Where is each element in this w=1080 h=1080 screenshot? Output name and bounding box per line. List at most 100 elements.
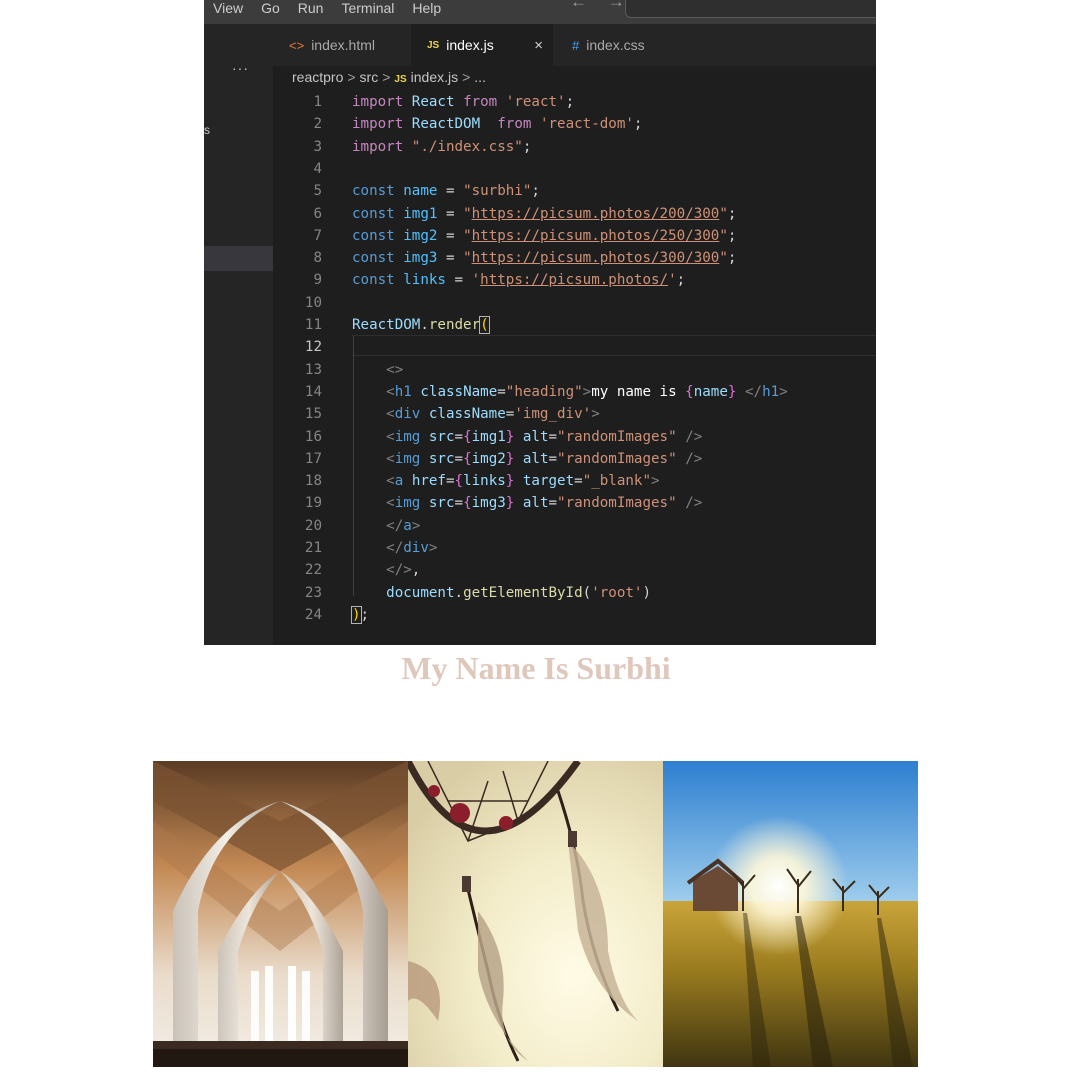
code-line[interactable]: 9 const links = 'https://picsum.photos/'; <box>273 269 685 291</box>
line-number: 23 <box>304 584 322 601</box>
code-token: img3 <box>403 250 438 267</box>
command-center-search[interactable] <box>625 0 876 18</box>
code-token: { <box>463 495 472 512</box>
code-token: "randomImages" <box>557 495 677 512</box>
code-line[interactable]: 20 </a> <box>273 515 420 537</box>
tab-index-html[interactable]: <> index.html <box>273 24 411 66</box>
menu-terminal[interactable]: Terminal <box>332 0 403 20</box>
tabs-overflow-icon[interactable]: ··· <box>232 60 249 76</box>
code-token: { <box>454 473 464 490</box>
menu-view[interactable]: View <box>204 0 252 20</box>
code-token: = <box>548 495 558 512</box>
back-forward-arrows-icon[interactable]: ← → <box>570 0 633 12</box>
line-number: 8 <box>313 250 322 267</box>
code-token: /> <box>685 495 703 512</box>
close-tab-icon[interactable]: × <box>534 37 543 54</box>
code-token: 'react' <box>505 94 566 110</box>
tab-index-css[interactable]: # index.css <box>556 24 694 66</box>
code-token: https://picsum.photos/200/300 <box>471 205 720 222</box>
code-line[interactable]: 12 <box>273 336 352 358</box>
code-line[interactable]: 18 <a href={links} target="_blank"> <box>273 470 660 492</box>
code-line[interactable]: 16 <img src={img1} alt="randomImages" /> <box>273 426 702 448</box>
line-number: 5 <box>313 183 322 200</box>
code-line[interactable]: 13 <> <box>273 359 403 381</box>
code-token: from <box>497 116 532 133</box>
code-token: div <box>403 540 429 556</box>
code-line[interactable]: 2 import ReactDOM from 'react-dom'; <box>273 113 642 135</box>
code-line[interactable]: 6 const img1 = "https://picsum.photos/200… <box>273 203 736 225</box>
code-line[interactable]: 14 <h1 className="heading">my name is {n… <box>273 381 788 403</box>
menu-go[interactable]: Go <box>252 0 289 20</box>
code-token: ReactDOM <box>352 317 421 333</box>
code-token: > <box>591 406 600 423</box>
line-number: 24 <box>304 606 322 623</box>
code-line[interactable]: 7 const img2 = "https://picsum.photos/250… <box>273 225 736 247</box>
code-token: src <box>428 450 455 467</box>
js-file-icon: JS <box>427 39 440 51</box>
code-token: = <box>437 227 464 244</box>
random-image-meadow[interactable] <box>663 761 918 1067</box>
editor-tab-bar: <> index.html JS index.js × # index.css <box>273 24 876 66</box>
code-line[interactable]: 1 import React from 'react'; <box>273 91 574 113</box>
code-token: < <box>386 428 395 445</box>
code-token: h1 <box>394 383 412 400</box>
code-token: 'react-dom' <box>539 116 634 133</box>
code-token: </ <box>386 517 404 534</box>
code-line[interactable]: 19 <img src={img3} alt="randomImages" /> <box>273 492 702 514</box>
code-line[interactable]: 15 <div className='img_div'> <box>273 403 600 425</box>
code-line[interactable]: 11 ReactDOM.render( <box>273 314 490 336</box>
code-token: target <box>522 473 575 490</box>
code-line[interactable]: 17 <img src={img2} alt="randomImages" /> <box>273 448 702 470</box>
code-token: from <box>463 94 498 110</box>
cathedral-picture <box>153 761 408 1067</box>
line-number: 11 <box>304 317 322 333</box>
code-line[interactable]: 21 </div> <box>273 537 438 559</box>
code-line[interactable]: 10 <box>273 292 352 314</box>
code-token: ; <box>531 183 540 200</box>
menu-run[interactable]: Run <box>289 0 333 20</box>
line-number: 10 <box>304 294 322 311</box>
code-token: = <box>454 495 464 512</box>
code-line[interactable]: 24); <box>273 604 369 626</box>
code-token: = <box>437 183 464 200</box>
code-line[interactable]: 4 <box>273 158 352 180</box>
line-number: 12 <box>304 339 322 356</box>
breadcrumb-folder[interactable]: src <box>360 69 379 85</box>
tab-index-js[interactable]: JS index.js × <box>411 24 553 66</box>
code-line[interactable]: 5 const name = "surbhi"; <box>273 180 540 202</box>
code-line[interactable]: 22 </>, <box>273 559 420 581</box>
code-token: "./index.css" <box>411 138 523 155</box>
code-token: href <box>411 473 446 490</box>
breadcrumb-project[interactable]: reactpro <box>292 69 343 85</box>
explorer-selected-item[interactable] <box>204 246 273 271</box>
line-number: 4 <box>313 160 322 177</box>
line-number: 15 <box>304 406 322 423</box>
code-token: img2 <box>471 450 506 467</box>
menu-help[interactable]: Help <box>403 0 450 20</box>
code-editor[interactable]: 1 import React from 'react'; 2 import React… <box>273 91 876 645</box>
code-token: const <box>352 227 395 244</box>
breadcrumb-more[interactable]: ... <box>474 69 486 85</box>
code-line[interactable]: 23 document.getElementById('root') <box>273 582 651 604</box>
code-token: src <box>428 495 455 512</box>
code-line[interactable]: 8 const img3 = "https://picsum.photos/300… <box>273 247 736 269</box>
line-number: 6 <box>313 205 322 222</box>
code-token: . <box>420 317 429 333</box>
breadcrumb-file[interactable]: index.js <box>411 69 458 85</box>
code-line[interactable]: 3 import "./index.css"; <box>273 136 531 158</box>
line-number: 20 <box>304 517 322 534</box>
code-token: > <box>651 473 660 490</box>
code-token: " <box>463 205 472 222</box>
code-token: render <box>428 317 481 333</box>
code-token: </> <box>386 562 412 579</box>
random-image-cathedral <box>153 761 408 1067</box>
code-token: ; <box>522 138 532 155</box>
